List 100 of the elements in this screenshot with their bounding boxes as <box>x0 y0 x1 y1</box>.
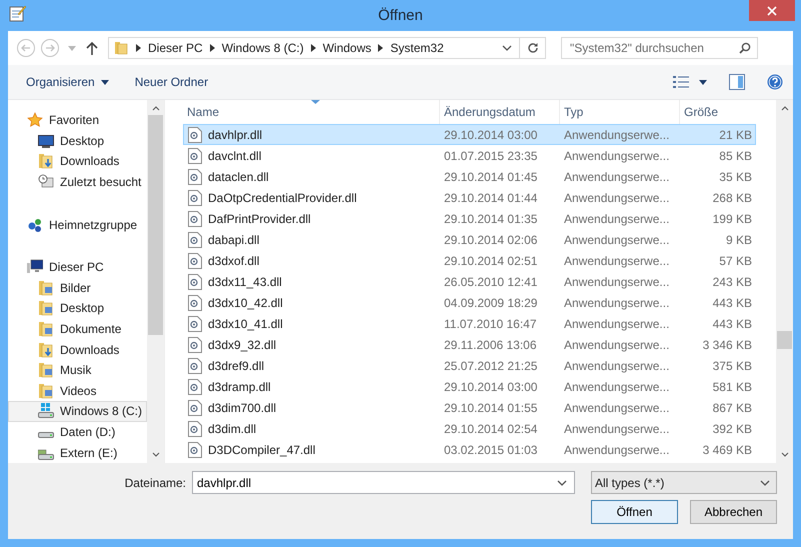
preview-pane-icon[interactable] <box>729 74 745 90</box>
scroll-thumb[interactable] <box>777 331 792 349</box>
file-size: 268 KB <box>712 190 753 204</box>
dll-file-icon <box>188 210 202 226</box>
scroll-up-icon[interactable] <box>780 106 788 111</box>
network-icon <box>27 216 43 233</box>
file-row[interactable]: dabapi.dll 29.10.2014 02:06 Anwendungserwe... 9 KB <box>183 229 756 250</box>
sidebar-item[interactable]: Heimnetzgruppe <box>8 214 147 235</box>
close-button[interactable] <box>749 0 795 21</box>
refresh-icon[interactable] <box>527 42 539 54</box>
sidebar-item[interactable]: Extern (E:) <box>8 442 147 463</box>
dropdown-caret-icon[interactable] <box>502 45 512 51</box>
breadcrumb-item[interactable]: Dieser PC <box>148 41 203 55</box>
dll-file-icon <box>188 274 202 290</box>
scroll-thumb[interactable] <box>148 115 163 335</box>
scroll-up-icon[interactable] <box>152 106 160 111</box>
sidebar-scrollbar[interactable] <box>147 100 164 463</box>
cancel-button[interactable]: Abbrechen <box>690 500 777 524</box>
sidebar-item[interactable]: Windows 8 (C:) <box>8 401 147 422</box>
breadcrumb-item[interactable]: Windows <box>322 41 372 55</box>
file-row[interactable]: d3dx10_42.dll 04.09.2009 18:29 Anwendungserwe... 443 KB <box>183 292 756 313</box>
file-row[interactable]: DafPrintProvider.dll 29.10.2014 01:35 Anwendungserwe... 199 KB <box>183 208 756 229</box>
file-row[interactable]: davclnt.dll 01.07.2015 23:35 Anwendungserwe... 85 KB <box>183 145 756 166</box>
file-type: Anwendungserwe... <box>563 170 670 184</box>
breadcrumb-item[interactable]: System32 <box>390 41 444 55</box>
file-row[interactable]: d3dx9_32.dll 29.11.2006 13:06 Anwendungserwe... 3 346 KB <box>183 334 756 355</box>
file-size: 581 KB <box>712 380 753 394</box>
sidebar-item[interactable]: Dieser PC <box>8 256 147 278</box>
file-size: 443 KB <box>712 296 753 310</box>
new-folder-button[interactable]: Neuer Ordner <box>126 75 216 89</box>
folder-icon <box>38 342 54 358</box>
file-type: Anwendungserwe... <box>563 442 670 456</box>
file-type: Anwendungserwe... <box>563 212 670 226</box>
help-icon[interactable] <box>767 74 783 90</box>
file-name: DafPrintProvider.dll <box>208 212 311 226</box>
sidebar-item[interactable]: Downloads <box>8 151 147 172</box>
file-type-dropdown[interactable]: All types (*.*) <box>591 471 777 494</box>
dll-file-icon <box>188 358 202 374</box>
file-type: Anwendungserwe... <box>563 190 670 204</box>
file-name: d3dx11_43.dll <box>208 274 282 288</box>
address-bar[interactable]: Dieser PC Windows 8 (C:) Windows System32 <box>108 37 546 59</box>
open-button[interactable]: Öffnen <box>591 500 678 524</box>
file-row[interactable]: d3dref9.dll 25.07.2012 21:25 Anwendungserwe... 375 KB <box>183 355 756 376</box>
file-row[interactable]: d3dx10_41.dll 11.07.2010 16:47 Anwendungserwe... 443 KB <box>183 313 756 334</box>
file-row[interactable]: davhlpr.dll 29.10.2014 03:00 Anwendungserwe... 21 KB <box>183 124 756 145</box>
notepad-icon <box>8 4 26 22</box>
file-row[interactable]: d3dramp.dll 29.10.2014 03:00 Anwendungserwe... 581 KB <box>183 376 756 397</box>
file-row[interactable]: dataclen.dll 29.10.2014 01:45 Anwendungserwe... 35 KB <box>183 166 756 187</box>
modified-date: 29.10.2014 02:54 <box>443 422 538 436</box>
caret-icon <box>100 80 109 84</box>
drive-icon <box>38 432 54 438</box>
sidebar-item[interactable]: Zuletzt besucht <box>8 172 147 192</box>
file-list-scrollbar[interactable] <box>776 100 793 463</box>
organize-menu-button[interactable]: Organisieren <box>18 75 117 89</box>
file-name: d3dx10_41.dll <box>208 316 283 330</box>
scroll-down-icon[interactable] <box>152 452 160 457</box>
sidebar-item[interactable]: Desktop <box>8 130 147 152</box>
file-row[interactable]: d3dim.dll 29.10.2014 02:54 Anwendungserwe... 392 KB <box>183 418 756 439</box>
file-row[interactable]: d3dxof.dll 29.10.2014 02:51 Anwendungserwe... 57 KB <box>183 250 756 271</box>
sidebar-item[interactable]: Dokumente <box>8 318 147 340</box>
file-type: Anwendungserwe... <box>563 316 670 330</box>
modified-date: 29.11.2006 13:06 <box>443 338 538 352</box>
filename-field[interactable]: davhlpr.dll <box>192 471 575 494</box>
dll-file-icon <box>188 378 202 394</box>
file-name: davclnt.dll <box>208 148 262 162</box>
file-type: Anwendungserwe... <box>563 380 670 394</box>
up-arrow-icon[interactable] <box>86 41 98 55</box>
file-type: Anwendungserwe... <box>563 358 670 372</box>
sidebar-item[interactable]: Downloads <box>8 339 147 360</box>
modified-date: 03.02.2015 01:03 <box>443 442 538 456</box>
column-header[interactable]: Größe <box>680 100 776 124</box>
view-caret-icon[interactable] <box>699 80 707 84</box>
sidebar-item[interactable]: Musik <box>8 360 147 381</box>
sidebar-item[interactable]: Bilder <box>8 278 147 298</box>
file-row[interactable]: D3DCompiler_47.dll 03.02.2015 01:03 Anwendungserwe... 3 469 KB <box>183 439 756 460</box>
file-name: davhlpr.dll <box>208 128 262 142</box>
sidebar-item[interactable]: Daten (D:) <box>8 422 147 442</box>
file-size: 867 KB <box>712 400 753 414</box>
chevron-icon <box>210 44 215 52</box>
file-row[interactable]: DaOtpCredentialProvider.dll 29.10.2014 01:44 Anwendungserwe... 268 KB <box>183 187 756 208</box>
search-field[interactable]: "System32" durchsuchen <box>561 37 758 59</box>
file-size: 85 KB <box>718 148 753 162</box>
file-row[interactable]: d3dx11_43.dll 26.05.2010 12:41 Anwendungserwe... 243 KB <box>183 271 756 292</box>
modified-date: 29.10.2014 03:00 <box>443 128 538 142</box>
sidebar-item[interactable]: Videos <box>8 380 147 402</box>
folder-icon <box>113 40 129 56</box>
dll-file-icon <box>188 232 202 248</box>
view-options-icon[interactable] <box>673 75 689 89</box>
sidebar-item[interactable]: Favoriten <box>8 110 147 131</box>
scroll-down-icon[interactable] <box>780 452 788 457</box>
sidebar-item[interactable]: Desktop <box>8 298 147 319</box>
file-type: Anwendungserwe... <box>563 274 670 288</box>
file-row[interactable]: d3dim700.dll 29.10.2014 01:55 Anwendungserwe... 867 KB <box>183 397 756 418</box>
file-type: Anwendungserwe... <box>563 338 670 352</box>
file-type: Anwendungserwe... <box>563 148 670 162</box>
dll-file-icon <box>188 168 202 184</box>
file-size: 392 KB <box>712 422 753 436</box>
file-name: dabapi.dll <box>208 232 260 246</box>
breadcrumb-item[interactable]: Windows 8 (C:) <box>222 41 304 55</box>
dropdown-caret-icon[interactable] <box>557 480 567 486</box>
